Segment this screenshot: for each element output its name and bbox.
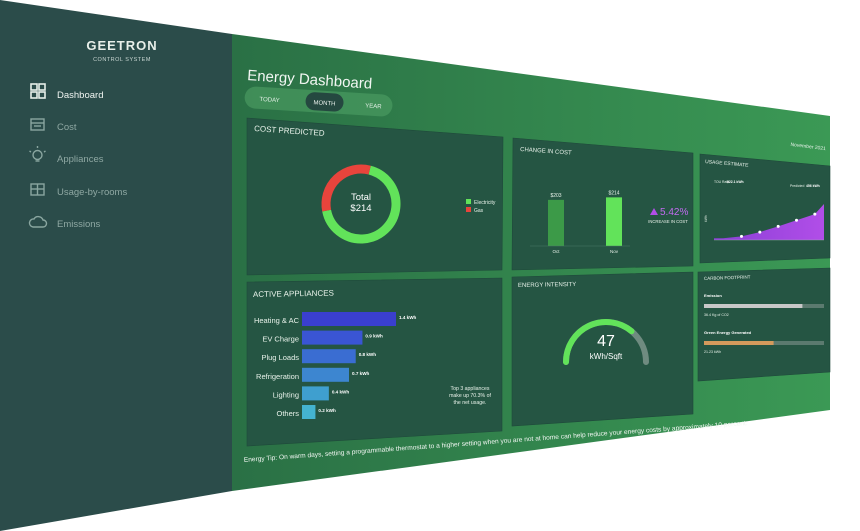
usage-legend-right: Predicted (790, 184, 804, 188)
appliances-note-line: make up 70.3% of (449, 393, 491, 399)
carbon-row-label: Emission (704, 293, 722, 298)
appliance-value: 0.8 kWh (359, 352, 377, 357)
svg-text:TODAY: TODAY (259, 97, 279, 104)
legend-swatch-electricity (466, 199, 471, 204)
appliance-bar (302, 386, 329, 401)
usage-point (740, 234, 743, 238)
appliance-value: 0.4 kWh (332, 389, 350, 394)
change-in-cost-card: CHANGE IN COST $203Oct$214Nov 5.42% INCR… (511, 137, 694, 271)
sidebar-item-label: Emissions (57, 219, 101, 230)
change-caption: INCREASE IN COST (648, 219, 688, 224)
bar-value-label: $203 (550, 193, 561, 199)
sidebar (0, 0, 232, 531)
active-appliances-card: ACTIVE APPLIANCES Heating & AC 1.4 kWh EV … (246, 277, 503, 447)
bar-category-label: Nov (610, 249, 619, 254)
usage-estimate-card: USAGE ESTIMATE TOU Rate $22.1 kWh Predic… (699, 153, 831, 264)
sidebar-item-label: Usage-by-rooms (57, 187, 127, 198)
card-title: ACTIVE APPLIANCES (253, 289, 334, 299)
carbon-row-value: 21.23 kWh (704, 350, 721, 354)
appliance-bar (302, 312, 396, 326)
bar-value-label: $214 (608, 190, 619, 196)
appliance-label: Refrigeration (256, 372, 299, 381)
sidebar-item-label: Dashboard (57, 90, 103, 101)
bar-nov (606, 197, 622, 246)
usage-point (795, 218, 798, 222)
appliance-label: EV Charge (262, 335, 299, 344)
usage-legend-right-value: 456 kWh (806, 184, 820, 188)
appliance-bar (302, 367, 349, 382)
appliance-bar (302, 349, 356, 364)
carbon-row-value: 36.4 Kg of CO2 (704, 313, 729, 317)
legend-label: Electricity (474, 200, 496, 206)
legend-label: Gas (474, 208, 484, 214)
usage-point (758, 230, 762, 234)
brand-name: GEETRON (86, 38, 157, 53)
svg-text:YEAR: YEAR (365, 103, 382, 110)
donut-total-value: $214 (350, 203, 371, 214)
appliances-note-line: the net usage. (454, 400, 487, 406)
card-title: ENERGY INTENSITY (518, 282, 576, 289)
appliance-bar (302, 405, 316, 419)
energy-intensity-card: ENERGY INTENSITY 47 kWh/Sqft (511, 271, 694, 427)
carbon-row-label: Green Energy Generated (704, 330, 752, 335)
donut-total-label: Total (351, 192, 371, 203)
appliance-value: 0.9 kWh (365, 334, 383, 339)
carbon-bar-fill (704, 304, 803, 308)
appliance-label: Lighting (273, 390, 299, 399)
carbon-footprint-card: CARBON FOOTPRINT Emission36.4 Kg of CO2G… (697, 267, 831, 382)
intensity-unit: kWh/Sqft (590, 352, 623, 361)
cost-predicted-card: COST PREDICTED Total $214 Electricity Ga… (246, 117, 504, 276)
appliance-label: Plug Loads (261, 353, 299, 362)
usage-point (776, 224, 780, 228)
usage-ylabel: kWh (704, 215, 708, 222)
usage-legend-left-value: $22.1 kWh (727, 180, 744, 184)
change-value: 5.42% (660, 207, 688, 218)
appliance-label: Others (276, 409, 299, 418)
appliances-note: Top 3 appliances make up 70.3% of the net … (449, 386, 491, 406)
tab-month[interactable]: MONTH (305, 92, 344, 112)
bar-oct (548, 199, 564, 246)
appliance-value: 1.4 kWh (399, 315, 417, 320)
usage-point (813, 212, 817, 216)
appliance-bar (302, 330, 363, 345)
legend-swatch-gas (466, 207, 471, 212)
dashboard-screen: GEETRON CONTROL SYSTEM Dashboard Cost Ap… (0, 0, 831, 531)
intensity-value: 47 (597, 333, 615, 350)
brand-tagline: CONTROL SYSTEM (93, 57, 151, 63)
appliance-value: 0.7 kWh (352, 371, 370, 376)
bar-category-label: Oct (552, 249, 560, 254)
sidebar-item-label: Appliances (57, 154, 104, 165)
carbon-bar-fill (704, 341, 774, 345)
appliance-value: 0.2 kWh (318, 408, 336, 413)
tab-today[interactable]: TODAY (259, 97, 279, 104)
tab-year[interactable]: YEAR (365, 103, 382, 110)
sidebar-item-label: Cost (57, 122, 77, 133)
appliances-note-line: Top 3 appliances (451, 386, 490, 392)
appliance-label: Heating & AC (254, 316, 300, 325)
